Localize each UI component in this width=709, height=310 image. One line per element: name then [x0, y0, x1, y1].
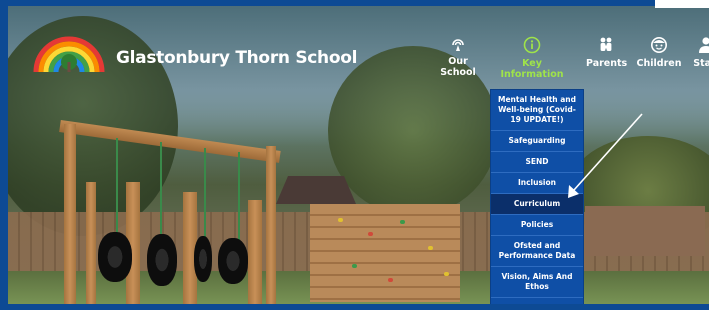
tyre-swing — [194, 236, 212, 282]
school-name[interactable]: Glastonbury Thorn School — [116, 48, 357, 68]
menu-item-safeguarding[interactable]: Safeguarding — [491, 131, 583, 152]
climbing-wall — [310, 204, 460, 302]
swing-rope — [238, 152, 240, 242]
nav-label: Parents — [586, 58, 628, 69]
climbing-hold — [368, 232, 373, 236]
person-icon — [699, 37, 709, 53]
broadcast-icon — [452, 39, 464, 51]
climbing-hold — [444, 272, 449, 276]
rainbow-logo-icon[interactable] — [32, 28, 106, 74]
house-roof — [276, 176, 356, 204]
tyre-swing — [98, 232, 132, 282]
nav-item-key-information[interactable]: Key Information — [496, 36, 568, 86]
nav-item-children[interactable]: Children — [636, 36, 682, 86]
tyre-swing — [218, 238, 248, 284]
climbing-hold — [428, 246, 433, 250]
swing-post — [64, 124, 76, 304]
menu-item-policies[interactable]: Policies — [491, 215, 583, 236]
climbing-hold — [338, 218, 343, 222]
shed — [585, 206, 705, 256]
climbing-hold — [388, 278, 393, 282]
family-icon — [600, 37, 612, 51]
climbing-hold — [400, 220, 405, 224]
menu-item-send[interactable]: SEND — [491, 152, 583, 173]
climbing-hold — [352, 264, 357, 268]
swing-post — [86, 182, 96, 304]
key-information-dropdown: Mental Health and Well-being (Covid-19 U… — [491, 90, 583, 304]
tyre-swing — [147, 234, 177, 286]
swing-post — [266, 146, 276, 304]
menu-item-vision[interactable]: Vision, Aims And Ethos — [491, 267, 583, 298]
menu-item-admissions[interactable]: Admissions — [491, 298, 583, 304]
top-corner-strip — [655, 0, 709, 8]
nav-item-parents[interactable]: Parents — [586, 36, 628, 86]
swing-rope — [160, 142, 162, 236]
menu-item-inclusion[interactable]: Inclusion — [491, 173, 583, 194]
swing-rope — [204, 148, 206, 240]
info-circle-icon — [523, 36, 541, 54]
child-face-icon — [651, 37, 667, 53]
menu-item-mental-health[interactable]: Mental Health and Well-being (Covid-19 U… — [491, 90, 583, 131]
nav-label: Key Information — [500, 58, 564, 80]
swing-rope — [116, 138, 118, 236]
menu-item-ofsted[interactable]: Ofsted and Performance Data — [491, 236, 583, 267]
nav-label: Children — [636, 58, 682, 69]
nav-label: Our School — [440, 56, 476, 78]
nav-label: Staff — [693, 58, 709, 69]
nav-item-staff[interactable]: Staff — [688, 36, 709, 86]
page-frame: Glastonbury Thorn School Our School Key … — [0, 0, 709, 310]
swing-post — [248, 200, 262, 304]
menu-item-curriculum[interactable]: Curriculum — [491, 194, 583, 215]
nav-item-our-school[interactable]: Our School — [432, 36, 484, 86]
